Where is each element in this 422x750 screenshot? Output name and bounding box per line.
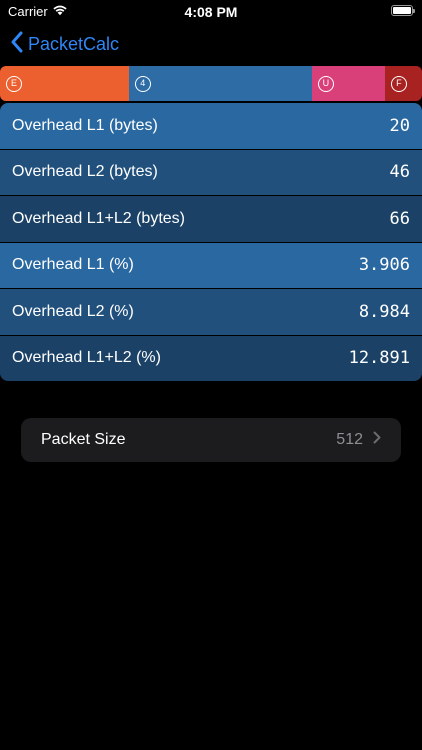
row-value: 20: [389, 115, 410, 136]
packet-size-value: 512: [336, 431, 363, 448]
row-label: Overhead L2 (%): [12, 302, 134, 320]
row-label: Overhead L1+L2 (bytes): [12, 209, 185, 227]
chevron-left-icon: [10, 31, 24, 58]
status-bar: Carrier 4:08 PM: [0, 0, 422, 24]
row-value: 66: [389, 208, 410, 229]
back-button[interactable]: PacketCalc: [10, 30, 119, 58]
packet-size-cell[interactable]: Packet Size 512: [21, 418, 401, 462]
packet-size-label: Packet Size: [41, 431, 126, 448]
overhead-list: Overhead L1 (bytes) 20 Overhead L2 (byte…: [0, 103, 422, 381]
segment-badge: 4: [134, 75, 151, 92]
overhead-row-l2-bytes: Overhead L2 (bytes) 46: [0, 149, 422, 195]
segment-udp: U: [311, 66, 385, 101]
segment-badge: F: [390, 75, 407, 92]
packet-segment-bar: E 4 U F: [0, 66, 422, 101]
overhead-row-l2-percent: Overhead L2 (%) 8.984: [0, 289, 422, 335]
row-label: Overhead L2 (bytes): [12, 163, 158, 181]
overhead-row-l1-percent: Overhead L1 (%) 3.906: [0, 242, 422, 288]
row-label: Overhead L1+L2 (%): [12, 349, 161, 367]
row-label: Overhead L1 (bytes): [12, 116, 158, 134]
row-value: 46: [389, 162, 410, 183]
row-value: 3.906: [358, 255, 410, 276]
row-label: Overhead L1 (%): [12, 256, 134, 274]
overhead-row-l1-bytes: Overhead L1 (bytes) 20: [0, 103, 422, 149]
overhead-row-l1l2-bytes: Overhead L1+L2 (bytes) 66: [0, 196, 422, 242]
status-time: 4:08 PM: [184, 4, 238, 20]
overhead-row-l1l2-percent: Overhead L1+L2 (%) 12.891: [0, 335, 422, 381]
row-value: 8.984: [358, 301, 410, 322]
segment-badge: U: [317, 75, 334, 92]
row-value: 12.891: [348, 348, 410, 369]
segment-ethernet: E: [0, 66, 129, 101]
packet-size-detail: 512: [336, 431, 381, 449]
segment-badge: E: [6, 75, 22, 92]
battery-icon: [391, 5, 415, 16]
segment-fcs: F: [384, 66, 422, 101]
chevron-right-icon: [373, 431, 381, 449]
segment-ipv4: 4: [128, 66, 312, 101]
back-label: PacketCalc: [28, 33, 120, 54]
